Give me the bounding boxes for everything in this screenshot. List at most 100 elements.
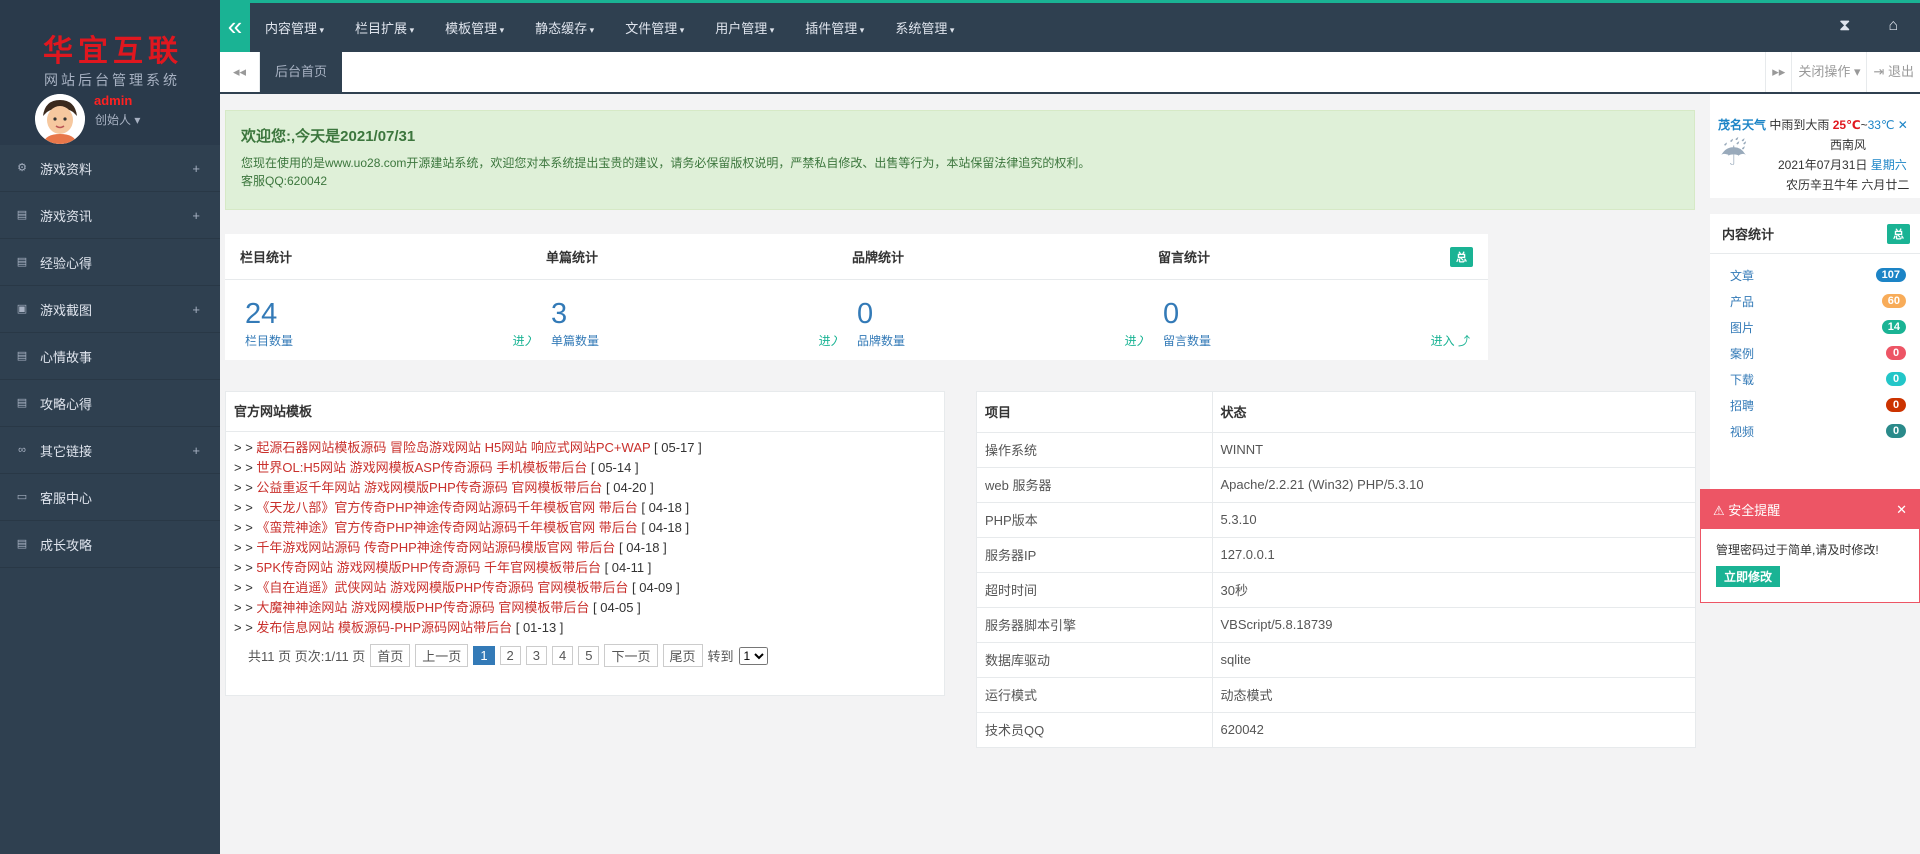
list-item: > > 《蛮荒神途》官方传奇PHP神途传奇网站源码千年模板官网 带后台 [ 04… xyxy=(234,518,944,538)
stat-card: 留言统计 总 0 留言数量 进入 ⤴ xyxy=(1143,234,1488,360)
sidebar-item[interactable]: ▤ 经验心得 xyxy=(0,239,220,286)
template-link[interactable]: 公益重返千年网站 游戏网模版PHP传奇源码 官网模板带后台 xyxy=(256,480,602,495)
list-item-date: [ 04-05 ] xyxy=(593,600,641,615)
table-cell: 5.3.10 xyxy=(1212,502,1695,538)
template-panel-title: 官方网站模板 xyxy=(226,392,944,432)
table-row: 数据库驱动 sqlite xyxy=(977,642,1695,678)
sidebar-item[interactable]: ▭ 客服中心 xyxy=(0,474,220,521)
content-stat-row[interactable]: 视频 0 xyxy=(1710,418,1920,444)
server-info-panel: 项目 状态 操作系统 WINNT web 服务器 Apache/2.2.21 (Win32… xyxy=(976,391,1696,748)
content-stat-count: 0 xyxy=(1886,424,1906,438)
stat-card-header: 品牌统计总 xyxy=(837,234,1182,280)
pager-page[interactable]: 1 xyxy=(473,646,495,665)
pager-next[interactable]: 下一页 xyxy=(604,644,658,667)
top-menu-item[interactable]: 内容管理 xyxy=(265,18,324,37)
sidebar-item-label: 经验心得 xyxy=(40,255,93,271)
top-navbar: « 内容管理 栏目扩展 模板管理 静态缓存 文件管理 用户管理 插件管理 系统管理 ⧗ ⌂ xyxy=(220,0,1920,52)
top-menu-item[interactable]: 插件管理 xyxy=(805,18,864,37)
pager-first[interactable]: 首页 xyxy=(370,644,411,667)
template-link[interactable]: 世界OL:H5网站 游戏网模板ASP传奇源码 手机模板带后台 xyxy=(256,460,587,475)
sidebar-item[interactable]: ▤ 攻略心得 xyxy=(0,380,220,427)
list-item-prefix: > > xyxy=(234,560,253,575)
list-item: > > 《天龙八部》官方传奇PHP神途传奇网站源码千年模板官网 带后台 [ 04… xyxy=(234,498,944,518)
top-menu: 内容管理 栏目扩展 模板管理 静态缓存 文件管理 用户管理 插件管理 系统管理 xyxy=(265,3,985,52)
pager-last[interactable]: 尾页 xyxy=(662,644,703,667)
content-stat-row[interactable]: 文章 107 xyxy=(1710,262,1920,288)
sidebar-item[interactable]: ▤ 成长攻略 xyxy=(0,521,220,568)
user-role-dropdown[interactable]: 创始人 ▾ xyxy=(95,111,140,128)
table-header-row: 项目 状态 xyxy=(977,392,1695,433)
pager-page[interactable]: 3 xyxy=(525,646,548,665)
table-row: 服务器IP 127.0.0.1 xyxy=(977,537,1695,573)
content-stat-row[interactable]: 下载 0 xyxy=(1710,366,1920,392)
template-link[interactable]: 5PK传奇网站 游戏网模版PHP传奇源码 千年官网模板带后台 xyxy=(256,560,601,575)
list-item-prefix: > > xyxy=(234,460,253,475)
template-link[interactable]: 《天龙八部》官方传奇PHP神途传奇网站源码千年模板官网 带后台 xyxy=(256,500,637,515)
content-stat-row[interactable]: 招聘 0 xyxy=(1710,392,1920,418)
table-cell: PHP版本 xyxy=(977,502,1213,538)
close-operations-dropdown[interactable]: 关闭操作 ▾ xyxy=(1791,52,1866,92)
sidebar-item-label: 其它链接 xyxy=(40,443,93,459)
logout-label: 退出 xyxy=(1887,64,1914,79)
top-menu-item[interactable]: 用户管理 xyxy=(715,18,774,37)
sidebar-item[interactable]: ▤ 心情故事 xyxy=(0,333,220,380)
template-link[interactable]: 《蛮荒神途》官方传奇PHP神途传奇网站源码千年模板官网 带后台 xyxy=(256,520,637,535)
stat-enter-link[interactable]: 进入 ⤴ xyxy=(1431,332,1470,349)
template-panel: 官方网站模板 > > 起源石器网站模板源码 冒险岛游戏网站 H5网站 响应式网站… xyxy=(225,391,945,696)
pager-page[interactable]: 5 xyxy=(578,646,600,665)
pager-page[interactable]: 4 xyxy=(552,646,574,665)
top-menu-item[interactable]: 栏目扩展 xyxy=(355,18,414,37)
tab-scroll-right-icon[interactable]: ▸▸ xyxy=(1765,52,1791,92)
content-stat-label: 产品 xyxy=(1730,294,1755,309)
logout-button[interactable]: ⇥ 退出 xyxy=(1866,52,1920,92)
tab-home[interactable]: 后台首页 xyxy=(260,52,343,92)
weather-close-icon[interactable]: ✕ xyxy=(1898,118,1908,132)
weather-sep: ~ xyxy=(1860,118,1868,132)
sidebar-item[interactable]: ∞ 其它链接 + xyxy=(0,427,220,474)
content-stat-label: 文章 xyxy=(1730,268,1755,283)
pager-prev[interactable]: 上一页 xyxy=(415,644,469,667)
list-item-date: [ 05-17 ] xyxy=(654,440,702,455)
list-item-prefix: > > xyxy=(234,440,253,455)
brand-area: 华宜互联 网站后台管理系统 admin 创始人 ▾ xyxy=(0,0,220,145)
table-cell: 620042 xyxy=(1212,712,1695,748)
template-link[interactable]: 千年游戏网站源码 传奇PHP神途传奇网站源码模版官网 带后台 xyxy=(256,540,615,555)
sidebar-toggle-icon[interactable]: « xyxy=(220,3,250,52)
welcome-alert: 欢迎您:,今天是2021/07/31 您现在使用的是www.uo28.com开源… xyxy=(225,110,1695,210)
table-row: 超时时间 30秒 xyxy=(977,572,1695,608)
table-row: 操作系统 WINNT xyxy=(977,432,1695,468)
template-link[interactable]: 大魔神神途网站 游戏网模版PHP传奇源码 官网模板带后台 xyxy=(256,600,589,615)
expand-icon: + xyxy=(192,207,200,223)
content-stat-row[interactable]: 产品 60 xyxy=(1710,288,1920,314)
top-menu-item[interactable]: 系统管理 xyxy=(895,18,954,37)
pager-goto-select[interactable]: 1 xyxy=(738,646,768,665)
content-stat-row[interactable]: 图片 14 xyxy=(1710,314,1920,340)
close-icon[interactable]: ✕ xyxy=(1896,502,1907,518)
list-item-prefix: > > xyxy=(234,620,253,635)
weather-city[interactable]: 茂名天气 xyxy=(1718,118,1766,132)
sidebar-item-label: 游戏资讯 xyxy=(40,208,93,224)
avatar[interactable] xyxy=(35,94,85,144)
hourglass-icon[interactable]: ⧗ xyxy=(1839,17,1850,35)
template-link[interactable]: 《自在逍遥》武侠网站 游戏网模版PHP传奇源码 官网模板带后台 xyxy=(256,580,628,595)
sidebar-item[interactable]: ⚙ 游戏资料 + xyxy=(0,145,220,192)
sidebar-item[interactable]: ▤ 游戏资讯 + xyxy=(0,192,220,239)
template-link[interactable]: 发布信息网站 模板源码-PHP源码网站带后台 xyxy=(256,620,512,635)
top-menu-item[interactable]: 文件管理 xyxy=(625,18,684,37)
tab-bar: ◂◂ 后台首页 ▸▸ 关闭操作 ▾ ⇥ 退出 xyxy=(220,52,1920,94)
content-stat-row[interactable]: 案例 0 xyxy=(1710,340,1920,366)
change-password-button[interactable]: 立即修改 xyxy=(1716,566,1781,587)
template-link[interactable]: 起源石器网站模板源码 冒险岛游戏网站 H5网站 响应式网站PC+WAP xyxy=(256,440,650,455)
newspaper-icon: ▤ xyxy=(16,256,28,268)
list-item-prefix: > > xyxy=(234,520,253,535)
list-item-prefix: > > xyxy=(234,540,253,555)
sidebar-item[interactable]: ▣ 游戏截图 + xyxy=(0,286,220,333)
top-menu-item[interactable]: 模板管理 xyxy=(445,18,504,37)
expand-icon: + xyxy=(192,301,200,317)
sidebar-item-label: 成长攻略 xyxy=(40,537,93,553)
tab-scroll-left-icon[interactable]: ◂◂ xyxy=(220,52,260,92)
top-menu-item[interactable]: 静态缓存 xyxy=(535,18,594,37)
content-stat-count: 14 xyxy=(1881,320,1906,334)
bank-icon[interactable]: ⌂ xyxy=(1888,17,1898,35)
pager-page[interactable]: 2 xyxy=(499,646,521,665)
